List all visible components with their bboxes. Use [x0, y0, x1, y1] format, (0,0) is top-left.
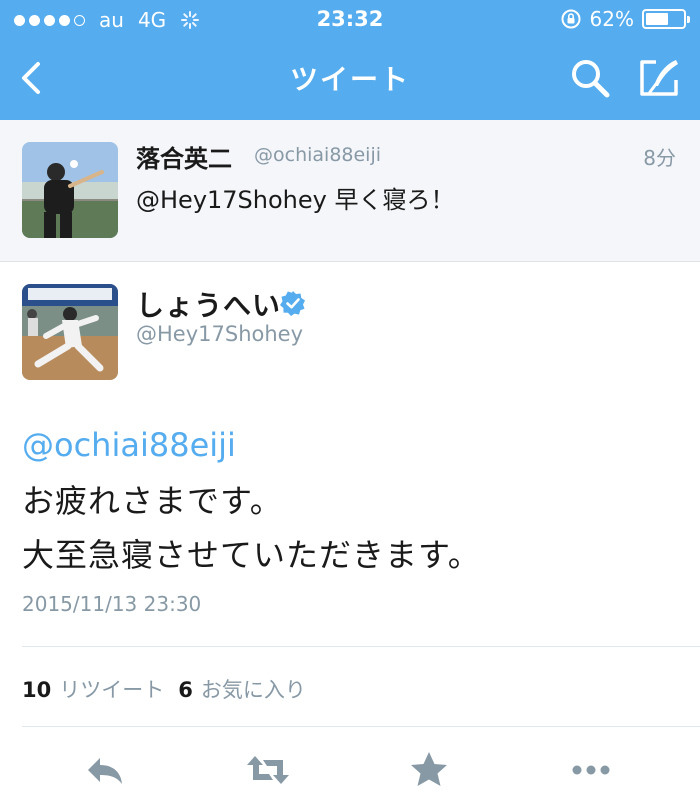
favorite-star-icon[interactable]: [404, 748, 454, 792]
top-bar: au 4G 23:32 62% ツイート: [0, 0, 700, 120]
battery-percent: 62%: [589, 7, 634, 31]
retweet-icon[interactable]: [243, 748, 293, 792]
retweet-label: リツイート: [59, 678, 165, 702]
parent-tweet-text: @Hey17Shohey 早く寝ろ！: [136, 186, 455, 214]
tweet-timestamp: 2015/11/13 23:30: [22, 592, 202, 616]
parent-author-handle: @ochiai88eiji: [254, 144, 382, 166]
tweet-stats: 10 リツイート 6 お気に入り: [22, 674, 320, 704]
nav-bar: ツイート: [0, 40, 700, 120]
avatar-ochiai[interactable]: [22, 142, 118, 238]
retweet-stat[interactable]: 10 リツイート: [22, 674, 164, 704]
tweet-text-line-1: お疲れさまです。: [22, 482, 283, 520]
divider: [22, 646, 700, 647]
parent-author-name[interactable]: 落合英二: [136, 139, 232, 174]
compose-icon[interactable]: [636, 56, 682, 100]
avatar-shohey[interactable]: [22, 284, 118, 380]
reply-icon[interactable]: [80, 748, 130, 792]
search-icon[interactable]: [568, 56, 612, 100]
divider: [22, 726, 700, 727]
more-icon[interactable]: [566, 748, 616, 792]
parent-tweet[interactable]: 落合英二 @ochiai88eiji 8分 @Hey17Shohey 早く寝ろ！: [0, 120, 700, 262]
favorite-label: お気に入り: [200, 678, 306, 702]
battery-icon: [642, 9, 690, 29]
tweet-text-line-2: 大至急寝させていただきます。: [22, 536, 481, 574]
retweet-count: 10: [22, 678, 52, 702]
status-bar: au 4G 23:32 62%: [0, 0, 700, 40]
status-right: 62%: [560, 7, 690, 31]
verified-badge-icon: [280, 291, 305, 316]
parent-time-ago: 8分: [643, 146, 676, 170]
rotation-lock-icon: [561, 9, 581, 29]
mention-link[interactable]: @ochiai88eiji: [22, 426, 236, 464]
favorite-stat[interactable]: 6 お気に入り: [178, 674, 306, 704]
favorite-count: 6: [178, 678, 193, 702]
author-name[interactable]: しょうへい: [136, 284, 281, 324]
author-handle: @Hey17Shohey: [136, 322, 304, 346]
